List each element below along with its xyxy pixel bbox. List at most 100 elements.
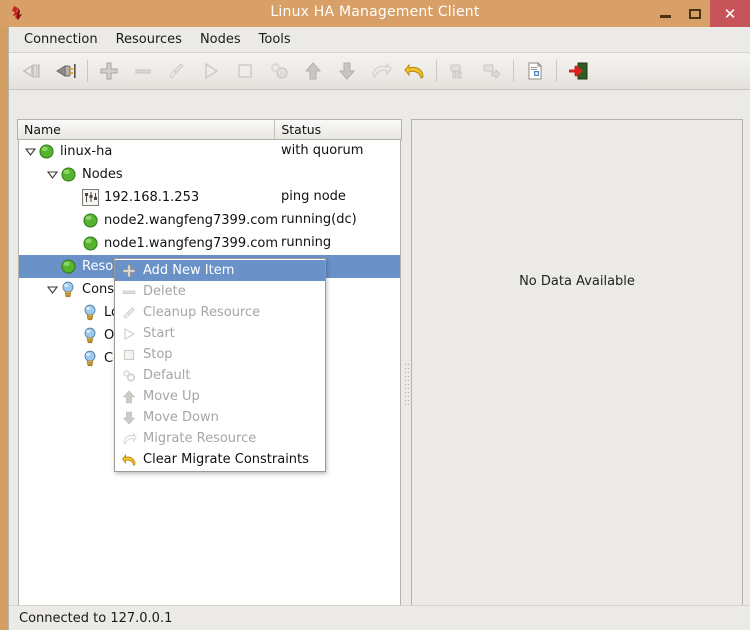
- play-icon: [119, 325, 139, 343]
- maximize-button[interactable]: [680, 0, 710, 27]
- menu-bar: Connection Resources Nodes Tools: [9, 27, 750, 53]
- tree-row-status: with quorum: [281, 143, 364, 158]
- context-menu-item-clear-migrate-constraints[interactable]: Clear Migrate Constraints: [115, 449, 325, 470]
- context-menu-item-label: Migrate Resource: [143, 431, 257, 446]
- move-down-arrow-icon[interactable]: [330, 55, 364, 87]
- green-ball-icon: [59, 258, 77, 276]
- tree-row-status: running(dc): [281, 212, 357, 227]
- green-ball-icon: [59, 166, 77, 184]
- migrate-resource-icon: [364, 55, 398, 87]
- title-bar: Linux HA Management Client ✕: [0, 0, 750, 27]
- exit-icon[interactable]: [561, 55, 595, 87]
- add-icon[interactable]: [92, 55, 126, 87]
- context-menu-item-start[interactable]: Start: [115, 323, 325, 344]
- broom-icon: [119, 304, 139, 322]
- migrate-arrow-icon: [119, 430, 139, 448]
- stop-icon: [119, 346, 139, 364]
- bulb-icon: [81, 327, 99, 345]
- context-menu-item-label: Add New Item: [143, 263, 235, 278]
- minimize-button[interactable]: [650, 0, 680, 27]
- node-action-icon: [475, 55, 509, 87]
- menu-tools[interactable]: Tools: [250, 29, 300, 50]
- bulb-icon: [81, 350, 99, 368]
- splitter-handle[interactable]: [403, 119, 411, 630]
- green-ball-icon: [81, 235, 99, 253]
- window-title: Linux HA Management Client: [270, 4, 480, 20]
- arrow-up-icon: [119, 388, 139, 406]
- gears-icon: [119, 367, 139, 385]
- context-menu-item-label: Default: [143, 368, 191, 383]
- tree-row[interactable]: linux-ha with quorum: [19, 140, 400, 163]
- no-data-message: No Data Available: [519, 273, 635, 289]
- menu-resources[interactable]: Resources: [107, 29, 191, 50]
- move-up-arrow-icon[interactable]: [296, 55, 330, 87]
- context-menu[interactable]: Add New Item Delete Cleanup Resource Sta…: [114, 258, 326, 472]
- bulb-icon: [59, 281, 77, 299]
- expand-twisty-icon[interactable]: [45, 283, 59, 297]
- context-menu-item-migrate-resource[interactable]: Migrate Resource: [115, 428, 325, 449]
- context-menu-item-move-down[interactable]: Move Down: [115, 407, 325, 428]
- context-menu-item-stop[interactable]: Stop: [115, 344, 325, 365]
- status-bar-text: Connected to 127.0.0.1: [19, 610, 173, 626]
- green-ball-icon: [37, 143, 55, 161]
- close-button[interactable]: ✕: [710, 0, 750, 27]
- disconnect-icon[interactable]: [15, 55, 49, 87]
- minus-icon: [119, 283, 139, 301]
- tree-row[interactable]: node2.wangfeng7399.com running(dc): [19, 209, 400, 232]
- toolbar-separator: [513, 60, 514, 82]
- tree-row-label: node1.wangfeng7399.com: [104, 236, 278, 251]
- expand-twisty-icon[interactable]: [23, 145, 37, 159]
- context-menu-item-label: Stop: [143, 347, 173, 362]
- toolbar-separator: [436, 60, 437, 82]
- tree-row-label: 192.168.1.253: [104, 190, 200, 205]
- cib-document-icon[interactable]: [518, 55, 552, 87]
- tree-row[interactable]: Nodes: [19, 163, 400, 186]
- bulb-icon: [81, 304, 99, 322]
- window-body: Connection Resources Nodes Tools Name St…: [8, 27, 750, 630]
- standby-icon: [441, 55, 475, 87]
- context-menu-item-move-up[interactable]: Move Up: [115, 386, 325, 407]
- context-menu-item-label: Delete: [143, 284, 186, 299]
- connect-icon[interactable]: [49, 55, 83, 87]
- cleanup-broom-icon: [160, 55, 194, 87]
- tree-row-label: linux-ha: [60, 144, 113, 159]
- menu-nodes[interactable]: Nodes: [191, 29, 250, 50]
- expand-twisty-icon[interactable]: [45, 168, 59, 182]
- clear-migrate-constraints-icon[interactable]: [398, 55, 432, 87]
- context-menu-item-label: Move Up: [143, 389, 200, 404]
- default-gears-icon: [262, 55, 296, 87]
- context-menu-item-cleanup-resource[interactable]: Cleanup Resource: [115, 302, 325, 323]
- tool-bar: [9, 53, 750, 90]
- context-menu-item-label: Move Down: [143, 410, 219, 425]
- context-menu-item-add-new-item[interactable]: Add New Item: [115, 260, 325, 281]
- arrow-down-icon: [119, 409, 139, 427]
- undo-arrow-icon: [119, 451, 139, 469]
- status-bar: Connected to 127.0.0.1: [9, 605, 750, 630]
- column-header-name[interactable]: Name: [18, 120, 276, 139]
- tree-row[interactable]: 192.168.1.253 ping node: [19, 186, 400, 209]
- tree-row-status: running: [281, 235, 332, 250]
- tree-row[interactable]: node1.wangfeng7399.com running: [19, 232, 400, 255]
- context-menu-item-label: Clear Migrate Constraints: [143, 452, 309, 467]
- context-menu-item-delete[interactable]: Delete: [115, 281, 325, 302]
- splitter-grip-icon: [405, 364, 409, 408]
- tree-column-headers: Name Status: [17, 119, 402, 140]
- tree-row-label: Nodes: [82, 167, 123, 182]
- detail-panel: No Data Available: [411, 119, 743, 630]
- menu-connection[interactable]: Connection: [15, 29, 107, 50]
- start-play-icon: [194, 55, 228, 87]
- toolbar-separator: [87, 60, 88, 82]
- plus-icon: [119, 262, 139, 280]
- green-ball-icon: [81, 212, 99, 230]
- context-menu-item-label: Cleanup Resource: [143, 305, 261, 320]
- toolbar-separator: [556, 60, 557, 82]
- context-menu-item-label: Start: [143, 326, 175, 341]
- ping-node-icon: [81, 189, 99, 207]
- application-window: Linux HA Management Client ✕ Connection …: [0, 0, 750, 630]
- tree-row-status: ping node: [281, 189, 346, 204]
- window-controls: ✕: [650, 0, 750, 27]
- remove-icon: [126, 55, 160, 87]
- column-header-status[interactable]: Status: [275, 120, 401, 139]
- context-menu-item-default[interactable]: Default: [115, 365, 325, 386]
- tree-row-label: node2.wangfeng7399.com: [104, 213, 278, 228]
